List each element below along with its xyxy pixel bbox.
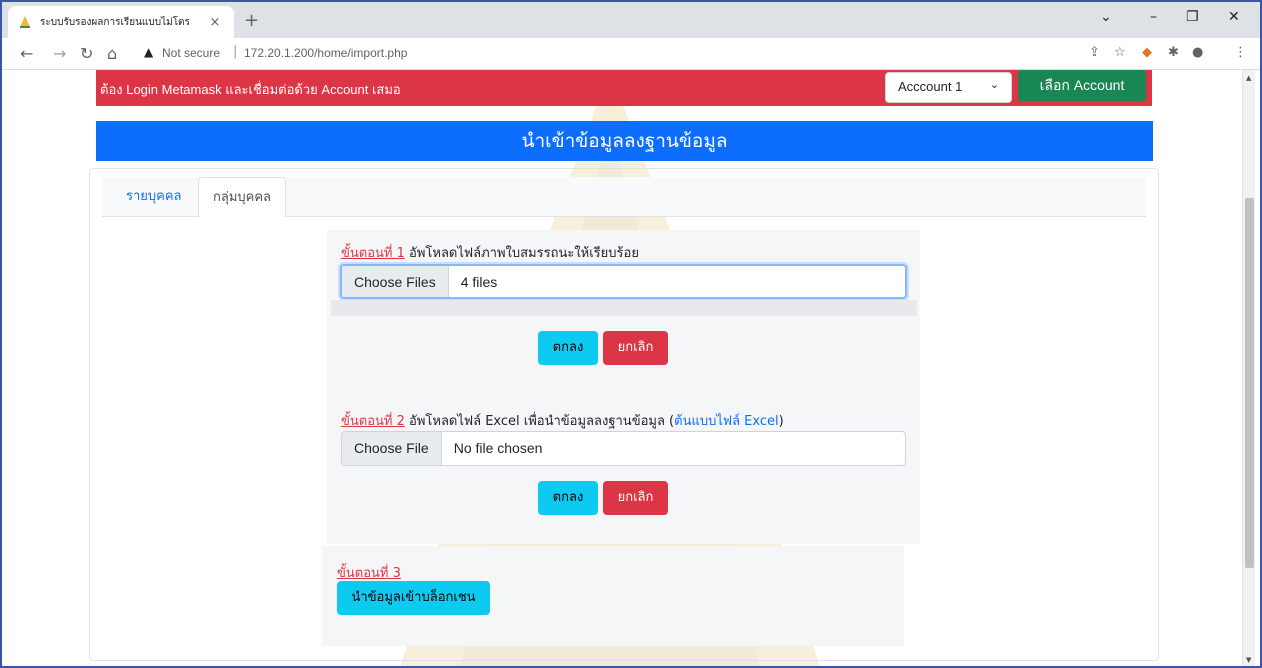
page-viewport: ต้อง Login Metamask และเชื่อมต่อด้วย Acc… bbox=[0, 70, 1262, 668]
step1-number: ขั้นตอนที่ 1 bbox=[341, 246, 405, 261]
step1-text: อัพโหลดไฟล์ภาพใบสมรรถนะให้เรียบร้อย bbox=[409, 246, 639, 261]
excel-template-link[interactable]: ต้นแบบไฟล์ Excel bbox=[674, 414, 779, 429]
close-window-icon[interactable]: ✕ bbox=[1228, 9, 1240, 25]
url-text[interactable]: 172.20.1.200/home/import.php bbox=[244, 46, 407, 60]
select-account-button[interactable]: เลือก Account bbox=[1018, 70, 1146, 101]
browser-tab-strip: ระบบรับรองผลการเรียนแบบไม่โตร × + ⌄ – ❐ … bbox=[0, 0, 1262, 38]
tab-search-icon[interactable]: ⌄ bbox=[1100, 9, 1112, 25]
extensions-puzzle-icon[interactable]: ✱ bbox=[1168, 45, 1179, 60]
reload-icon[interactable]: ↻ bbox=[80, 44, 93, 63]
step1-choose-files-button[interactable]: Choose Files bbox=[342, 266, 449, 297]
browser-menu-icon[interactable]: ⋮ bbox=[1234, 45, 1247, 60]
profile-avatar-icon[interactable]: ● bbox=[1192, 45, 1203, 60]
step2-label: ขั้นตอนที่ 2 อัพโหลดไฟล์ Excel เพื่อนำข้… bbox=[341, 410, 784, 431]
restore-icon[interactable]: ❐ bbox=[1186, 9, 1199, 25]
scrollbar-thumb[interactable] bbox=[1245, 198, 1254, 568]
share-icon[interactable]: ⇪ bbox=[1089, 45, 1100, 60]
step2-cancel-button[interactable]: ยกเลิก bbox=[603, 481, 668, 515]
minimize-icon[interactable]: – bbox=[1150, 9, 1157, 25]
step1-file-input[interactable]: Choose Files 4 files bbox=[340, 264, 907, 299]
browser-tab[interactable]: ระบบรับรองผลการเรียนแบบไม่โตร × bbox=[8, 6, 234, 38]
step2-number: ขั้นตอนที่ 2 bbox=[341, 414, 405, 429]
step2-choose-file-button[interactable]: Choose File bbox=[342, 432, 442, 465]
page-scrollbar[interactable]: ▲ ▼ bbox=[1242, 70, 1255, 668]
forward-icon[interactable]: → bbox=[53, 44, 66, 63]
tab-individual[interactable]: รายบุคคล bbox=[112, 177, 196, 217]
not-secure-warning-icon[interactable]: ▲ bbox=[144, 45, 153, 59]
step3-label: ขั้นตอนที่ 3 bbox=[337, 562, 401, 583]
alert-message: ต้อง Login Metamask และเชื่อมต่อด้วย Acc… bbox=[100, 82, 401, 97]
tab-close-icon[interactable]: × bbox=[206, 15, 224, 30]
back-icon[interactable]: ← bbox=[20, 44, 33, 63]
tab-group[interactable]: กลุ่มบุคคล bbox=[198, 177, 287, 218]
tab-title: ระบบรับรองผลการเรียนแบบไม่โตร bbox=[40, 16, 190, 28]
step3-number: ขั้นตอนที่ 3 bbox=[337, 566, 401, 581]
step1-ok-button[interactable]: ตกลง bbox=[538, 331, 598, 365]
new-tab-icon[interactable]: + bbox=[244, 10, 259, 31]
home-icon[interactable]: ⌂ bbox=[107, 44, 117, 63]
step1-file-value: 4 files bbox=[460, 274, 498, 290]
step2-file-input[interactable]: Choose File No file chosen bbox=[341, 431, 906, 466]
step2-ok-button[interactable]: ตกลง bbox=[538, 481, 598, 515]
step1-label: ขั้นตอนที่ 1 อัพโหลดไฟล์ภาพใบสมรรถนะให้เ… bbox=[341, 242, 639, 263]
account-select-value: Acccount 1 bbox=[898, 79, 963, 94]
omnibox-divider: | bbox=[233, 44, 238, 59]
metamask-alert-bar: ต้อง Login Metamask และเชื่อมต่อด้วย Acc… bbox=[96, 70, 1152, 106]
scroll-down-icon[interactable]: ▼ bbox=[1246, 656, 1251, 664]
address-bar[interactable]: ▲ Not secure | 172.20.1.200/home/import.… bbox=[136, 42, 1236, 66]
site-favicon-icon bbox=[18, 15, 32, 29]
step1-cancel-button[interactable]: ยกเลิก bbox=[603, 331, 668, 365]
page-title: นำเข้าข้อมูลลงฐานข้อมูล bbox=[96, 121, 1153, 161]
chevron-down-icon: ⌄ bbox=[989, 79, 999, 91]
import-to-blockchain-button[interactable]: นำข้อมูลเข้าบล็อกเชน bbox=[337, 581, 490, 615]
bookmark-star-icon[interactable]: ☆ bbox=[1114, 45, 1126, 60]
not-secure-label: Not secure bbox=[162, 46, 221, 60]
step2-text: อัพโหลดไฟล์ Excel เพื่อนำข้อมูลลงฐานข้อม… bbox=[409, 414, 675, 429]
step2-file-value: No file chosen bbox=[453, 440, 543, 456]
account-select[interactable]: Acccount 1 ⌄ bbox=[885, 72, 1012, 103]
scroll-up-icon[interactable]: ▲ bbox=[1246, 74, 1251, 82]
step2-text-end: ) bbox=[778, 414, 784, 429]
step1-divider-strip bbox=[331, 300, 917, 316]
metamask-fox-icon[interactable]: ◆ bbox=[1142, 45, 1152, 60]
tab-bar: รายบุคคล กลุ่มบุคคล bbox=[102, 177, 1146, 218]
browser-toolbar: ← → ↻ ⌂ ▲ Not secure | 172.20.1.200/home… bbox=[0, 38, 1262, 70]
